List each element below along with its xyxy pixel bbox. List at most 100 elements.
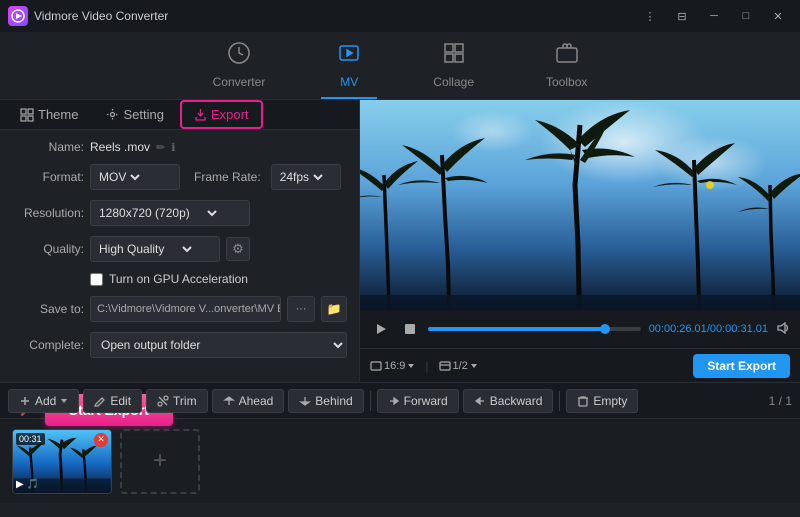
toolbar-separator-2 [559,391,560,411]
tab-collage[interactable]: Collage [417,33,490,99]
clip-count: 1/2 [439,360,478,372]
ahead-button[interactable]: Ahead [212,389,285,413]
export-icon [194,108,207,121]
mv-icon [337,41,361,71]
page-info: 1 / 1 [769,394,792,408]
saveto-row: Save to: C:\Vidmore\Vidmore V...onverter… [12,296,347,322]
quality-select[interactable]: High Quality Normal Quality [90,236,220,262]
tab-mv-label: MV [340,75,358,89]
edit-icon [94,395,106,407]
info-icon[interactable]: ℹ [171,141,175,154]
progress-thumb [600,324,610,334]
format-row: Format: MOV MP4 AVI Frame Rate: 24fps 30… [12,164,347,190]
saveto-label: Save to: [12,302,84,316]
sub-tab-theme-label: Theme [38,107,78,122]
options-button[interactable]: ⋮ [636,6,664,26]
video-preview [360,100,800,310]
gpu-label: Turn on GPU Acceleration [109,272,248,286]
sub-tab-export[interactable]: Export [180,100,263,129]
toolbar-separator-1 [370,391,371,411]
sub-tab-setting[interactable]: Setting [94,102,175,127]
framerate-select-input[interactable]: 24fps 30fps 60fps [276,169,326,185]
gpu-row: Turn on GPU Acceleration [12,272,347,286]
add-icon [19,395,31,407]
left-panel: Theme Setting Export Name: Reels .mov ✏ … [0,100,360,382]
complete-row: Complete: Open output folder Do nothing [12,332,347,358]
framerate-select[interactable]: 24fps 30fps 60fps [271,164,341,190]
tab-toolbox[interactable]: Toolbox [530,33,603,99]
theme-icon [20,108,34,122]
sub-tab-setting-label: Setting [123,107,163,122]
name-label: Name: [12,140,84,154]
play-button[interactable] [370,320,392,338]
clip-chevron-icon [470,362,478,370]
progress-fill [428,327,605,331]
quality-label: Quality: [12,242,84,256]
quality-select-input[interactable]: High Quality Normal Quality [95,241,195,257]
toolbox-icon [555,41,579,71]
resolution-label: Resolution: [12,206,84,220]
forward-icon [388,395,400,407]
tab-converter[interactable]: Converter [197,33,282,99]
format-select-input[interactable]: MOV MP4 AVI [95,169,143,185]
path-dots-button[interactable]: ··· [287,296,315,322]
tab-converter-label: Converter [213,75,266,89]
name-value: Reels .mov [90,140,150,154]
video-secondary-controls: 16:9 | 1/2 Start Export [360,348,800,382]
trim-icon [157,395,169,407]
framerate-label: Frame Rate: [194,170,261,184]
main-content: Theme Setting Export Name: Reels .mov ✏ … [0,100,800,382]
complete-select[interactable]: Open output folder Do nothing [90,332,347,358]
folder-button[interactable]: 📁 [321,296,347,322]
resolution-select[interactable]: 1280x720 (720p) 1920x1080 (1080p) [90,200,250,226]
sub-tab-theme[interactable]: Theme [8,102,90,127]
format-select[interactable]: MOV MP4 AVI [90,164,180,190]
resolution-select-input[interactable]: 1280x720 (720p) 1920x1080 (1080p) [95,205,220,221]
ahead-icon [223,395,235,407]
right-panel: 00:00:26.01/00:00:31.01 16:9 | 1/2 Start… [360,100,800,382]
titlebar-left: Vidmore Video Converter [8,6,168,26]
close-button[interactable]: ✕ [764,6,792,26]
backward-button[interactable]: Backward [463,389,554,413]
clip-icon [439,360,451,372]
edit-button[interactable]: Edit [83,389,142,413]
clip-duration: 00:31 [16,433,45,445]
tab-mv[interactable]: MV [321,33,377,99]
clip-remove-button[interactable]: ✕ [94,433,108,447]
forward-button[interactable]: Forward [377,389,459,413]
titlebar-controls: ⋮ ⊟ ─ □ ✕ [636,6,792,26]
progress-bar[interactable] [428,327,641,331]
edit-icon[interactable]: ✏ [156,141,165,154]
gpu-checkbox[interactable] [90,273,103,286]
palm-trees [360,100,800,310]
converter-icon [227,41,251,71]
quality-settings-button[interactable]: ⚙ [226,237,250,261]
preview-start-export-button[interactable]: Start Export [693,354,790,378]
clip-item-1: 00:31 ▶ 🎵 ✕ [12,429,112,494]
trim-button[interactable]: Trim [146,389,208,413]
tab-toolbox-label: Toolbox [546,75,587,89]
stop-button[interactable] [400,321,420,337]
saveto-path: C:\Vidmore\Vidmore V...onverter\MV Expor… [90,296,281,322]
backward-icon [474,395,486,407]
restore-button[interactable]: ⊟ [668,6,696,26]
format-label: Format: [12,170,84,184]
app-title: Vidmore Video Converter [34,9,168,23]
add-button[interactable]: Add [8,389,79,413]
aspect-ratio-icon [370,360,382,372]
behind-button[interactable]: Behind [288,389,363,413]
aspect-ratio: 16:9 [370,360,415,372]
minimize-button[interactable]: ─ [700,6,728,26]
clip-audio-icon: 🎵 [27,479,39,490]
resolution-row: Resolution: 1280x720 (720p) 1920x1080 (1… [12,200,347,226]
collage-icon [442,41,466,71]
empty-button[interactable]: Empty [566,389,638,413]
quality-row: Quality: High Quality Normal Quality ⚙ [12,236,347,262]
clip-separator: | [425,359,428,373]
add-clip-button[interactable]: + [120,429,200,494]
add-chevron-icon [60,397,68,405]
maximize-button[interactable]: □ [732,6,760,26]
clip-play-icon: ▶ [16,479,24,490]
top-nav: Converter MV Collage Toolbox [0,32,800,100]
volume-button[interactable] [776,321,790,338]
